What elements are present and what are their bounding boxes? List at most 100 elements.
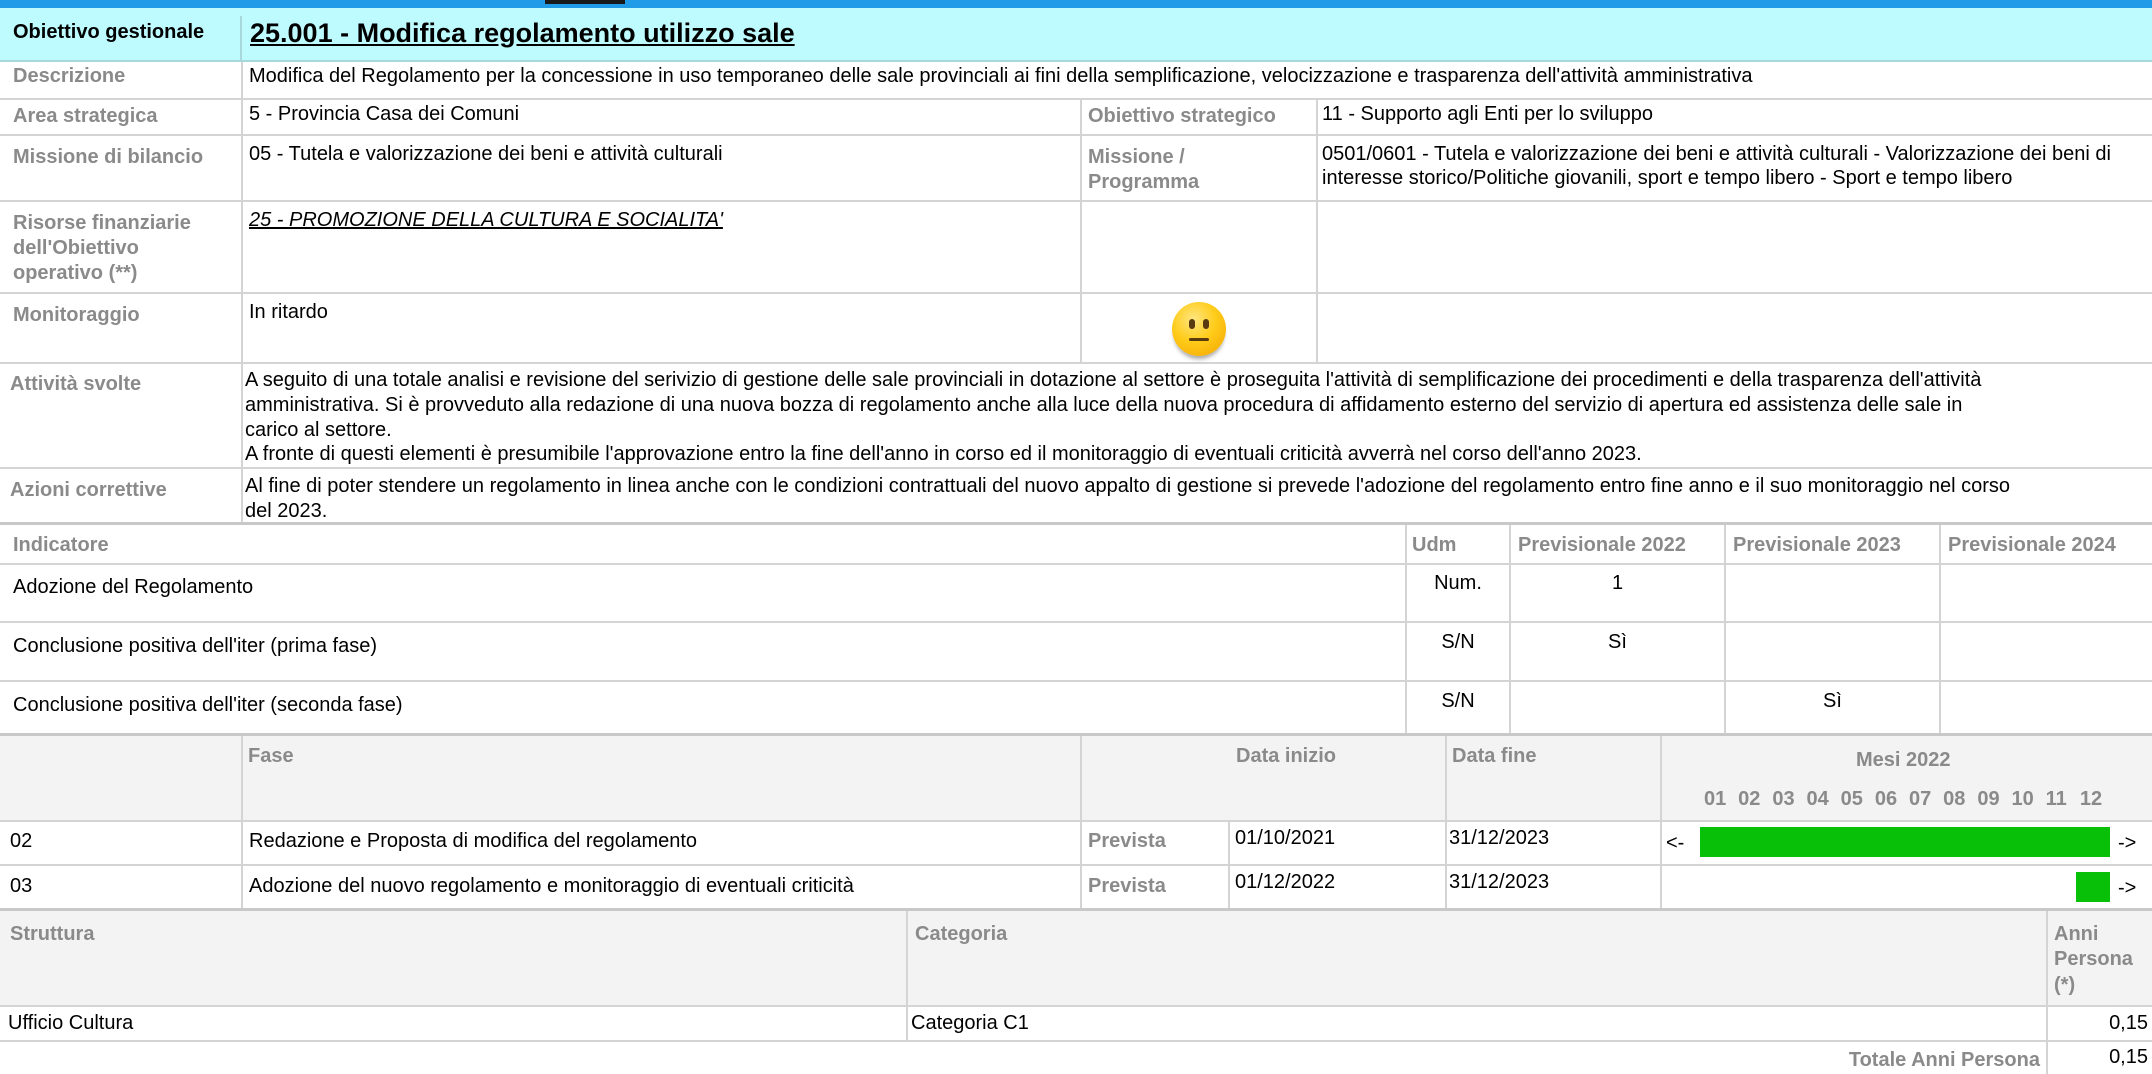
month-label: 08	[1943, 788, 1966, 810]
month-label: 01	[1704, 788, 1727, 810]
area-strategica-label: Area strategica	[13, 105, 158, 127]
missione-bilancio-label: Missione di bilancio	[13, 146, 204, 168]
area-strategica-value: 5 - Provincia Casa dei Comuni	[249, 103, 520, 125]
row-divider	[0, 563, 2152, 565]
row-divider	[0, 200, 2152, 202]
totale-label: Totale Anni Persona	[1848, 1049, 2040, 1071]
row-divider	[0, 680, 2152, 682]
udm-header: Udm	[1412, 534, 1457, 556]
col-divider	[241, 736, 243, 910]
risorse-value-link[interactable]: 25 - PROMOZIONE DELLA CULTURA E SOCIALIT…	[249, 208, 723, 232]
indicatore-udm: Num.	[1434, 572, 1482, 594]
data-inizio-header: Data inizio	[1236, 745, 1337, 767]
indicatore-p2023: Sì	[1823, 690, 1842, 712]
fase-tipo: Prevista	[1088, 875, 1166, 897]
mouth	[1189, 338, 1209, 341]
fase-header: Fase	[248, 745, 294, 767]
col-divider	[241, 62, 243, 522]
col-divider	[1939, 525, 1941, 733]
col-divider	[1445, 736, 1447, 910]
fase-code: 02	[10, 830, 33, 852]
month-label: 06	[1874, 788, 1898, 810]
fase-tipo: Prevista	[1088, 830, 1166, 852]
attivita-line-3: carico al settore.	[245, 419, 392, 441]
fase-data-inizio: 01/12/2022	[1235, 871, 1336, 893]
row-divider	[0, 292, 2152, 294]
row-divider	[0, 134, 2152, 136]
col-divider	[1660, 736, 1662, 910]
month-label: 10	[2011, 788, 2034, 810]
indicatore-p2022: Sì	[1608, 631, 1627, 653]
eye-right	[1203, 319, 1209, 329]
top-scroll-indicator	[545, 0, 625, 4]
col-divider	[1509, 525, 1511, 733]
col-divider	[1080, 736, 1082, 910]
month-label: 09	[1977, 788, 2000, 810]
anni-header-1: Anni	[2054, 923, 2099, 945]
categoria-value: Categoria C1	[911, 1012, 1029, 1034]
col-divider	[1316, 98, 1318, 362]
col-divider	[1080, 98, 1082, 362]
missione-programma-label-2: Programma	[1088, 171, 1200, 193]
attivita-line-4: A fronte di questi elementi è presumibil…	[245, 443, 1642, 465]
risorse-label-3: operativo (**)	[13, 262, 138, 284]
fase-data-inizio: 01/10/2021	[1235, 827, 1336, 849]
row-divider	[0, 98, 2152, 100]
top-bar	[0, 0, 2152, 8]
indicatore-udm: S/N	[1441, 690, 1475, 712]
month-label: 12	[2079, 788, 2103, 810]
indicatore-name: Adozione del Regolamento	[13, 576, 254, 598]
row-divider	[0, 621, 2152, 623]
month-label: 03	[1772, 788, 1795, 810]
gantt-left-arrow: <-	[1666, 832, 1685, 854]
obiettivo-strategico-label: Obiettivo strategico	[1088, 105, 1276, 127]
mesi-header: Mesi 2022	[1856, 749, 1951, 771]
row-divider	[0, 864, 2152, 866]
fase-name: Adozione del nuovo regolamento e monitor…	[249, 875, 854, 897]
anni-header-3: (*)	[2054, 974, 2076, 996]
azioni-label: Azioni correttive	[10, 479, 167, 501]
anni-value: 0,15	[2109, 1012, 2148, 1034]
fase-code: 03	[10, 875, 33, 897]
p2024-header: Previsionale 2024	[1948, 534, 2116, 556]
monitoraggio-value: In ritardo	[249, 301, 328, 323]
month-label: 04	[1806, 788, 1829, 810]
gantt-bar	[1700, 827, 2110, 857]
neutral-face-icon	[1172, 302, 1226, 356]
month-label: 05	[1840, 788, 1863, 810]
azioni-line-1: Al fine di poter stendere un regolamento…	[245, 475, 2010, 497]
header-label: Obiettivo gestionale	[13, 21, 205, 43]
totale-value: 0,15	[2109, 1046, 2148, 1068]
attivita-line-1: A seguito di una totale analisi e revisi…	[245, 369, 1982, 391]
eye-left	[1189, 319, 1195, 329]
row-divider	[0, 1040, 2152, 1042]
obiettivo-strategico-value: 11 - Supporto agli Enti per lo sviluppo	[1322, 103, 1653, 125]
gantt-bar	[2075, 872, 2110, 902]
gantt-right-arrow: ->	[2118, 832, 2137, 854]
struttura-header-band	[0, 911, 2152, 1005]
monitoraggio-label: Monitoraggio	[13, 304, 140, 326]
row-divider	[0, 1005, 2152, 1007]
indicatore-name: Conclusione positiva dell'iter (seconda …	[13, 694, 403, 716]
indicatore-udm: S/N	[1441, 631, 1475, 653]
col-divider	[906, 911, 908, 1041]
month-label: 11	[2045, 788, 2067, 810]
row-divider	[0, 467, 2152, 469]
indicatore-header: Indicatore	[13, 534, 109, 556]
month-label: 07	[1909, 788, 1932, 810]
fase-name: Redazione e Proposta di modifica del reg…	[249, 830, 698, 852]
header-divider	[240, 16, 242, 60]
page-title[interactable]: 25.001 - Modifica regolamento utilizzo s…	[250, 17, 795, 49]
risorse-label-1: Risorse finanziarie	[13, 212, 191, 234]
azioni-line-2: del 2023.	[245, 500, 328, 522]
data-fine-header: Data fine	[1452, 745, 1537, 767]
p2022-header: Previsionale 2022	[1518, 534, 1686, 556]
struttura-header: Struttura	[10, 923, 95, 945]
fase-data-fine: 31/12/2023	[1449, 827, 1550, 849]
categoria-header: Categoria	[915, 923, 1008, 945]
struttura-value: Ufficio Cultura	[8, 1012, 134, 1034]
fase-data-fine: 31/12/2023	[1449, 871, 1550, 893]
descrizione-value: Modifica del Regolamento per la concessi…	[249, 65, 1753, 87]
attivita-line-2: amministrativa. Si è provveduto alla red…	[245, 394, 1963, 416]
month-label: 02	[1738, 788, 1761, 810]
